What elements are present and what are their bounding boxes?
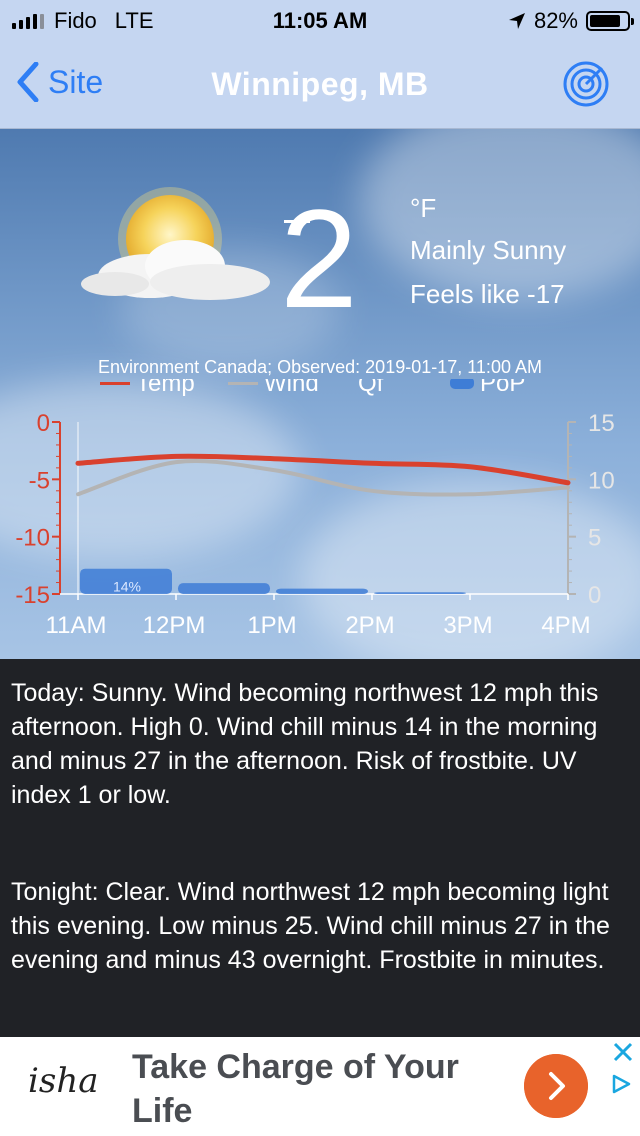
battery-percent: 82% — [533, 8, 578, 33]
wind-line — [76, 458, 570, 497]
left-tick-label: -10 — [15, 525, 50, 552]
legend-swatch-wind — [228, 382, 258, 385]
right-tick-label: 0 — [588, 582, 601, 609]
feels-like: Feels like -17 — [410, 279, 565, 309]
right-tick-label: 15 — [588, 410, 615, 437]
x-tick-label: 1PM — [247, 612, 296, 639]
x-tick-label: 2PM — [345, 612, 394, 639]
hourly-chart: Temp Wind Qf PoP 0 -5 -10 -15 15 10 5 0 14% 11AM 12PM 1… — [15, 379, 615, 639]
observation-source: Environment Canada; Observed: 2019-01-17… — [98, 357, 542, 377]
ad-headline: Take Charge of Your Life — [132, 1048, 459, 1130]
forecast-text: Today: Sunny. Wind becoming northwest 12… — [0, 659, 640, 1037]
location-arrow-icon — [508, 13, 525, 29]
left-tick-label: -15 — [15, 582, 50, 609]
legend-label-temp: Temp — [136, 379, 195, 397]
pop-bar — [178, 583, 270, 594]
legend-swatch-pop — [450, 379, 474, 389]
current-conditions-panel: 2 °F Mainly Sunny Feels like -17 Environ… — [0, 129, 640, 659]
status-bar: Fido LTE 11:05 AM 82% — [0, 0, 640, 40]
partly-sunny-icon — [81, 187, 270, 300]
page-title: Winnipeg, MB — [211, 66, 429, 102]
chevron-right-icon[interactable] — [524, 1054, 588, 1118]
forecast-tonight: Tonight: Clear. Wind northwest 12 mph be… — [11, 878, 610, 974]
battery-level — [590, 15, 620, 27]
ad-logo: isha — [28, 1061, 99, 1101]
current-condition: Mainly Sunny — [410, 235, 567, 265]
legend-label-pop: PoP — [480, 379, 525, 397]
left-tick-label: -5 — [29, 467, 50, 494]
x-tick-label: 4PM — [541, 612, 590, 639]
pop-bar — [276, 588, 368, 594]
radar-icon[interactable] — [562, 60, 610, 108]
temperature-unit: °F — [410, 193, 437, 223]
right-tick-label: 10 — [588, 467, 615, 494]
battery-icon — [586, 11, 634, 31]
legend-label-wind: Wind — [264, 379, 319, 397]
legend-swatch-temp — [100, 382, 130, 385]
ad-banner[interactable]: isha Take Charge of Your Life — [0, 1037, 640, 1136]
current-temperature: 2 — [280, 180, 358, 337]
x-tick-label: 3PM — [443, 612, 492, 639]
legend-label-qf: Qf — [358, 379, 384, 397]
x-tick-label: 11AM — [46, 612, 107, 639]
forecast-today: Today: Sunny. Wind becoming northwest 12… — [11, 679, 599, 809]
close-ad-icon[interactable] — [612, 1041, 634, 1063]
right-tick-label: 5 — [588, 525, 601, 552]
status-right: 82% — [508, 8, 634, 34]
x-tick-label: 12PM — [143, 612, 206, 639]
nav-bar: Site Winnipeg, MB — [0, 40, 640, 129]
pop-bar — [374, 592, 466, 594]
left-tick-label: 0 — [37, 410, 50, 437]
adchoices-icon[interactable] — [610, 1073, 632, 1095]
pop-bar-label: 14% — [113, 579, 141, 595]
